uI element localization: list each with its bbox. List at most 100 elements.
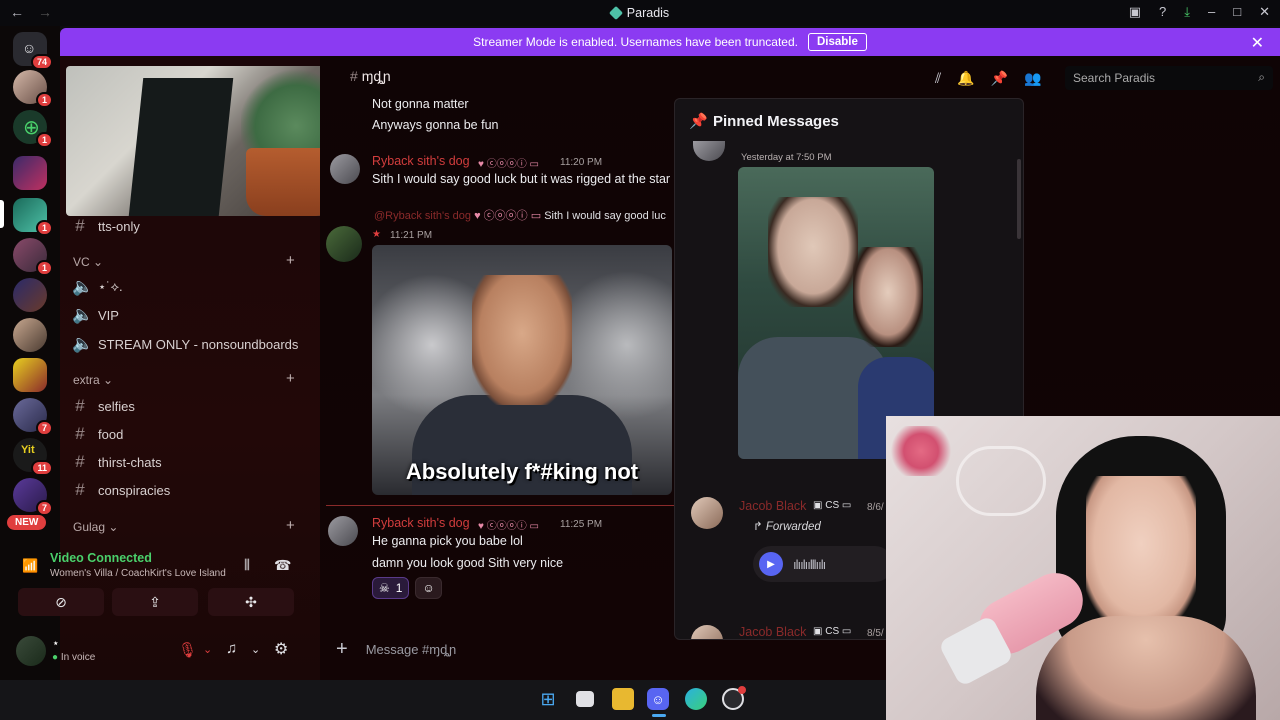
disable-button[interactable]: Disable <box>807 33 867 51</box>
server-icon[interactable] <box>13 278 47 312</box>
pinned-author-tag: ▣ CS ▭ <box>813 626 852 637</box>
pin-icon[interactable]: 📌 <box>991 70 1008 87</box>
add-channel-button[interactable]: + <box>286 370 295 387</box>
home-button[interactable]: ☺ 74 <box>13 32 53 70</box>
pinned-author-avatar[interactable] <box>693 141 725 161</box>
headphones-dropdown-icon[interactable]: ⌄ <box>251 643 260 656</box>
video-preview[interactable] <box>66 66 334 216</box>
server-icon[interactable] <box>13 358 47 392</box>
category-label: VC <box>73 255 90 269</box>
category-label: extra <box>73 373 100 387</box>
header-toolbar: ⫽ 🔔 📌 👥 <box>935 70 1042 87</box>
voice-channel-stream-only[interactable]: 🔈 STREAM ONLY - nonsoundboards <box>72 334 298 354</box>
channel-header-name: ɱȡɲ <box>361 68 391 84</box>
message-timestamp: 11:20 PM <box>560 157 603 168</box>
close-icon[interactable]: ✕ <box>1259 4 1270 20</box>
category-gulag[interactable]: Gulag ⌄ <box>73 520 118 534</box>
author-avatar[interactable] <box>330 154 360 184</box>
voice-message[interactable]: ▶ ılıılıılllıılı <box>753 546 893 582</box>
category-extra[interactable]: extra ⌄ <box>73 373 113 387</box>
pinned-date: 8/6/ <box>867 502 884 513</box>
panel-scrollbar[interactable] <box>1017 159 1021 239</box>
dm-avatar[interactable]: 1 <box>13 70 53 108</box>
attach-icon[interactable]: + <box>336 638 348 661</box>
task-view-icon[interactable] <box>576 691 594 707</box>
server-icon[interactable]: 7 <box>13 478 53 516</box>
add-channel-button[interactable]: + <box>286 252 295 269</box>
speaker-icon: 🔈 <box>72 334 94 353</box>
server-paradis[interactable]: 1 <box>13 198 53 236</box>
server-icon[interactable]: 1 <box>13 238 53 276</box>
voice-status-title[interactable]: Video Connected <box>50 551 152 565</box>
pinned-title: Pinned Messages <box>713 113 839 130</box>
play-icon[interactable]: ▶ <box>759 552 783 576</box>
pinned-author-avatar[interactable] <box>691 625 723 639</box>
message-author[interactable]: Ryback sith's dog <box>372 154 470 168</box>
banner-text: Streamer Mode is enabled. Usernames have… <box>473 35 798 49</box>
channel-thirst-chats[interactable]: # thirst-chats <box>72 452 161 472</box>
noise-suppression-icon[interactable]: ⫼ <box>244 557 250 573</box>
bell-icon[interactable]: 🔔 <box>957 70 974 87</box>
category-vc[interactable]: VC ⌄ <box>73 255 103 269</box>
start-icon[interactable]: ⊞ <box>537 688 559 710</box>
discord-taskbar-icon[interactable]: ☺ <box>647 688 669 710</box>
reactions: ☠ 1 ☺ <box>372 577 442 599</box>
server-badge: 1 <box>35 132 53 148</box>
pinned-author-avatar[interactable] <box>691 497 723 529</box>
user-avatar[interactable] <box>16 636 46 666</box>
add-channel-button[interactable]: + <box>286 517 295 534</box>
voice-channel-vip[interactable]: 🔈 VIP <box>72 305 119 325</box>
channel-food[interactable]: # food <box>72 424 123 444</box>
author-avatar[interactable] <box>328 516 358 546</box>
banner-close-icon[interactable]: ✕ <box>1251 33 1264 53</box>
add-reaction-button[interactable]: ☺ <box>415 577 442 599</box>
user-status: ● In voice <box>52 652 95 663</box>
download-icon[interactable]: ⤓ <box>1184 4 1190 20</box>
file-explorer-icon[interactable] <box>612 688 634 710</box>
activities-button[interactable]: ✣ <box>208 588 294 616</box>
gif-embed[interactable]: Absolutely f*#king not <box>372 245 672 495</box>
minimize-icon[interactable]: – <box>1208 4 1215 20</box>
reply-preview[interactable]: @Ryback sith's dog ♥ ⓒⓞⓞⓘ ▭ Sith I would… <box>374 207 674 223</box>
edge-icon[interactable] <box>685 688 707 710</box>
settings-icon[interactable]: ⚙ <box>274 639 288 659</box>
message-input[interactable]: Message #ɱȡɲ <box>366 642 457 657</box>
message-author[interactable]: Ryback sith's dog <box>372 516 470 530</box>
screenshare-button[interactable]: ⇪ <box>112 588 198 616</box>
search-input[interactable]: Search Paradis ⌕ <box>1065 66 1273 90</box>
reply-text: Sith I would say good luc <box>544 210 666 222</box>
message-composer[interactable]: + Message #ɱȡɲ <box>320 632 680 666</box>
help-icon[interactable]: ? <box>1159 4 1166 20</box>
pinned-author[interactable]: Jacob Black <box>739 499 806 513</box>
app-logo-icon <box>608 5 623 21</box>
server-icon[interactable]: Yit 11 <box>13 438 53 476</box>
members-icon[interactable]: 👥 <box>1024 70 1041 87</box>
speaker-icon: 🔈 <box>72 305 94 324</box>
author-avatar[interactable] <box>326 226 362 262</box>
voice-status-channel[interactable]: Women's Villa / CoachKirt's Love Island <box>50 568 226 579</box>
server-icon[interactable] <box>13 156 47 190</box>
new-badge[interactable]: NEW <box>7 515 47 530</box>
server-icon[interactable]: 7 <box>13 398 53 436</box>
voice-channel[interactable]: 🔈 ⋆˙⟡. <box>72 277 123 297</box>
gif-caption: Absolutely f*#king not <box>405 459 639 484</box>
disconnect-icon[interactable]: ☎ <box>274 557 291 574</box>
message-text: damn you look good Sith very nice <box>372 556 564 570</box>
reaction-button[interactable]: ☠ 1 <box>372 577 410 599</box>
server-icon[interactable] <box>13 318 47 352</box>
headphones-icon[interactable]: ♫ <box>226 640 237 657</box>
channel-selfies[interactable]: # selfies <box>72 396 135 416</box>
mute-dropdown-icon[interactable]: ⌄ <box>203 643 212 656</box>
channel-conspiracies[interactable]: # conspiracies <box>72 480 170 500</box>
camera-button[interactable]: ⊘ <box>18 588 104 616</box>
maximize-icon[interactable]: □ <box>1233 4 1241 20</box>
author-badges: ♥ ⓒⓞⓞⓘ ▭ <box>478 159 539 170</box>
pinned-author[interactable]: Jacob Black <box>739 625 806 639</box>
threads-icon[interactable]: ⫽ <box>935 70 941 87</box>
mute-icon[interactable]: 🎙 <box>178 641 197 659</box>
new-messages-divider <box>326 505 676 506</box>
channel-tts-only[interactable]: # tts-only <box>72 216 140 236</box>
inbox-icon[interactable]: ▣ <box>1129 4 1141 20</box>
server-add[interactable]: ⊕ 1 <box>13 110 53 148</box>
app-icon[interactable] <box>722 686 746 710</box>
